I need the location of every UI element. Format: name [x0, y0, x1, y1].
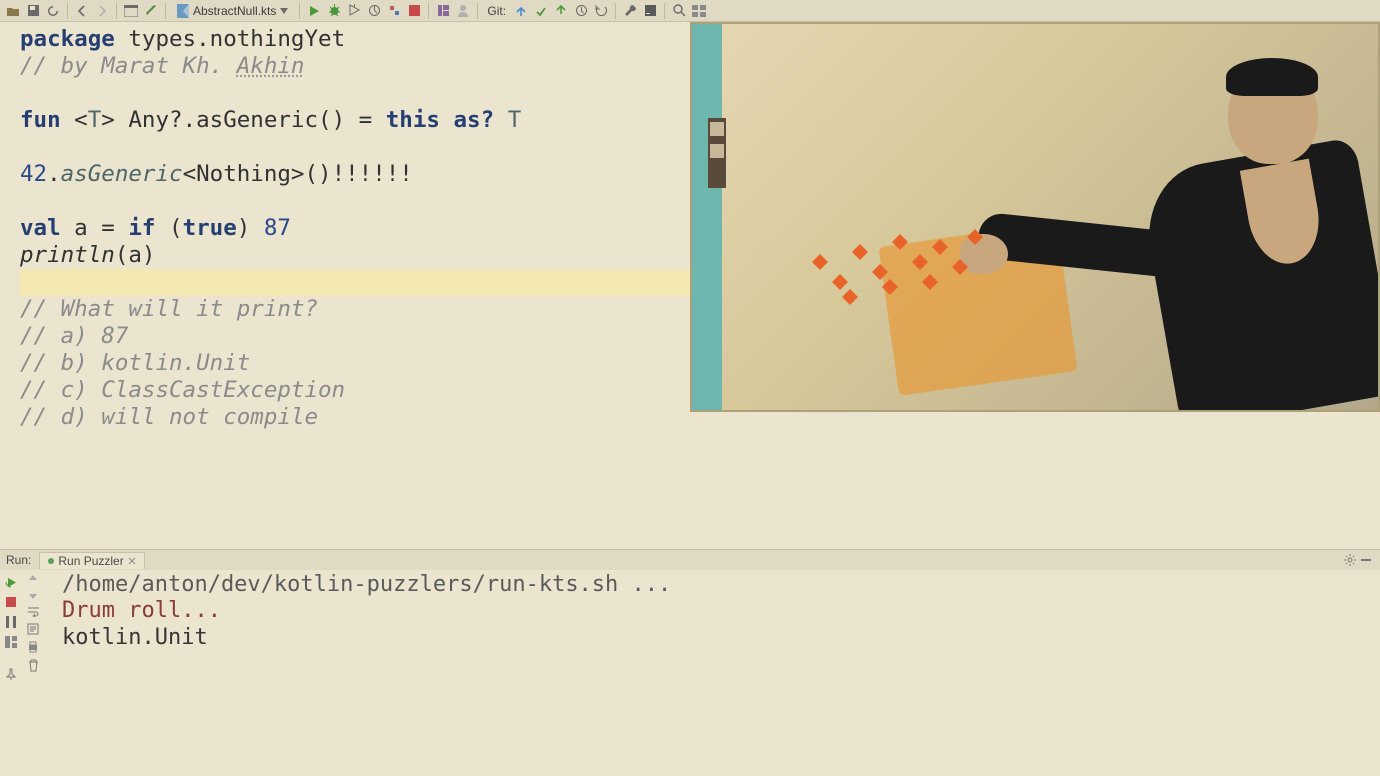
git-revert-icon[interactable]	[592, 2, 610, 20]
code-editor[interactable]: package types.nothingYet // by Marat Kh.…	[0, 22, 690, 549]
comment: // What will it print?	[20, 296, 318, 322]
collapse-icon[interactable]	[690, 2, 708, 20]
comment: // a) 87	[20, 323, 128, 349]
editor-area: package types.nothingYet // by Marat Kh.…	[0, 22, 1380, 549]
back-icon[interactable]	[73, 2, 91, 20]
keyword: if	[128, 215, 155, 241]
keyword: as?	[454, 107, 495, 133]
keyword: package	[20, 26, 115, 52]
number: 87	[264, 215, 291, 241]
close-icon[interactable]	[128, 557, 136, 565]
git-label: Git:	[483, 5, 510, 17]
comment: // d) will not compile	[20, 404, 318, 430]
video-overlay	[690, 22, 1380, 412]
code-text: )	[237, 215, 264, 241]
minimize-icon[interactable]	[1358, 552, 1374, 568]
wrench-icon[interactable]	[621, 2, 639, 20]
sync-icon[interactable]	[44, 2, 62, 20]
console-line: kotlin.Unit	[62, 625, 208, 650]
method-call: asGeneric	[61, 161, 183, 187]
run-tab[interactable]: Run Puzzler	[39, 552, 144, 569]
search-icon[interactable]	[670, 2, 688, 20]
code-text: .	[47, 161, 61, 187]
down-icon[interactable]	[28, 590, 38, 600]
main-toolbar: AbstractNull.kts Git:	[0, 0, 1380, 22]
code-text: types.nothingYet	[115, 26, 345, 52]
gear-icon[interactable]	[1342, 552, 1358, 568]
stop-icon[interactable]	[3, 594, 19, 610]
pause-icon[interactable]	[3, 614, 19, 630]
up-icon[interactable]	[28, 574, 38, 584]
type-param: T	[88, 107, 102, 133]
run-side-toolbar-1	[0, 570, 22, 776]
debug-icon[interactable]	[325, 2, 343, 20]
number: 42	[20, 161, 47, 187]
run-label: Run:	[6, 554, 31, 566]
comment: // by Marat Kh.	[20, 53, 237, 79]
run-side-toolbar-2	[22, 570, 44, 776]
caret-line	[20, 269, 690, 296]
kotlin-file-icon	[177, 4, 189, 18]
run-body: /home/anton/dev/kotlin-puzzlers/run-kts.…	[0, 570, 1380, 776]
code-text	[494, 107, 508, 133]
soft-wrap-icon[interactable]	[27, 606, 40, 617]
layout-icon[interactable]	[434, 2, 452, 20]
keyword: this	[386, 107, 440, 133]
keyword: true	[183, 215, 237, 241]
rerun-icon[interactable]	[3, 574, 19, 590]
open-icon[interactable]	[4, 2, 22, 20]
terminal-icon[interactable]	[122, 2, 140, 20]
build-icon[interactable]	[142, 2, 160, 20]
print-icon[interactable]	[27, 641, 39, 653]
trash-icon[interactable]	[28, 659, 39, 672]
code-text: <Nothing>()!!!!!!	[183, 161, 413, 187]
git-update-icon[interactable]	[512, 2, 530, 20]
comment: // b) kotlin.Unit	[20, 350, 250, 376]
code-text: (a)	[115, 242, 156, 268]
status-dot-icon	[48, 558, 54, 564]
run-header: Run: Run Puzzler	[0, 550, 1380, 570]
file-selector[interactable]: AbstractNull.kts	[171, 4, 294, 18]
keyword: fun	[20, 107, 61, 133]
file-name: AbstractNull.kts	[193, 5, 276, 17]
layout-icon[interactable]	[3, 634, 19, 650]
code-text	[440, 107, 454, 133]
git-history-icon[interactable]	[572, 2, 590, 20]
code-text: <	[61, 107, 88, 133]
save-icon[interactable]	[24, 2, 42, 20]
run-icon[interactable]	[305, 2, 323, 20]
code-text: a =	[61, 215, 129, 241]
run-panel: Run: Run Puzzler /home/anton/dev/kotlin-…	[0, 549, 1380, 776]
profile-icon[interactable]	[365, 2, 383, 20]
comment: Akhin	[237, 53, 305, 79]
forward-icon[interactable]	[93, 2, 111, 20]
code-text: > Any?.asGeneric() =	[101, 107, 385, 133]
console-line: Drum roll...	[62, 598, 221, 623]
git-commit-icon[interactable]	[532, 2, 550, 20]
type-param: T	[508, 107, 522, 133]
scroll-icon[interactable]	[27, 623, 39, 635]
coverage-icon[interactable]	[345, 2, 363, 20]
stop-icon[interactable]	[405, 2, 423, 20]
pin-icon[interactable]	[3, 666, 19, 682]
console-output[interactable]: /home/anton/dev/kotlin-puzzlers/run-kts.…	[44, 570, 1380, 776]
comment: // c) ClassCastException	[20, 377, 345, 403]
attach-icon[interactable]	[385, 2, 403, 20]
console-line: /home/anton/dev/kotlin-puzzlers/run-kts.…	[62, 572, 671, 597]
person-icon[interactable]	[454, 2, 472, 20]
chevron-down-icon	[280, 8, 288, 14]
run-tab-label: Run Puzzler	[58, 555, 123, 567]
function-call: println	[20, 242, 115, 268]
ide-icon[interactable]	[641, 2, 659, 20]
keyword: val	[20, 215, 61, 241]
git-push-icon[interactable]	[552, 2, 570, 20]
code-text: (	[155, 215, 182, 241]
